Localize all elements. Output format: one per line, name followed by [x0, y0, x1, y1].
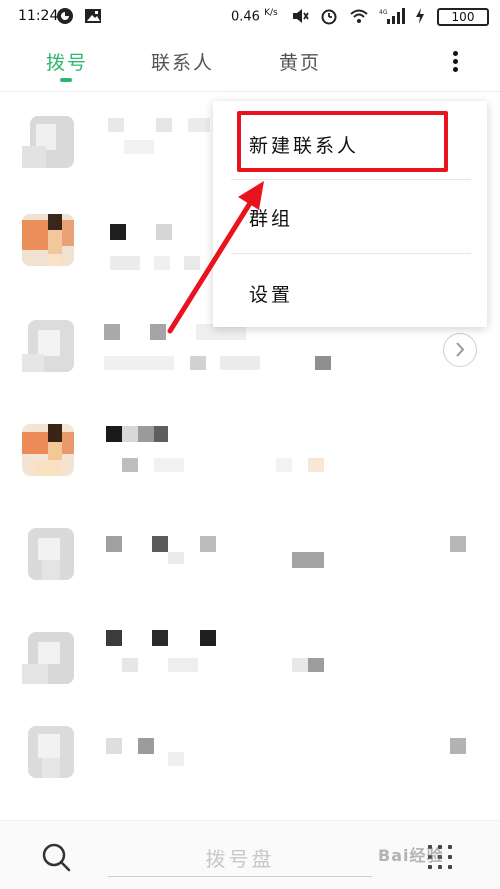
mute-icon [293, 9, 309, 23]
watermark: Bai经验 [378, 846, 444, 865]
list-item[interactable] [0, 404, 500, 508]
app-circle-icon [57, 8, 73, 24]
list-item[interactable] [0, 716, 500, 820]
avatar [22, 116, 74, 168]
list-item[interactable] [0, 508, 500, 612]
active-tab-indicator [60, 78, 72, 82]
detail-arrow-button[interactable] [443, 333, 477, 367]
avatar [22, 320, 74, 372]
signal-icon: 4G [379, 8, 405, 24]
tab-dial[interactable]: 拨号 [46, 48, 88, 75]
menu-item-groups[interactable]: 群组 [213, 180, 487, 255]
list-item[interactable] [0, 612, 500, 716]
dialpad-label: 拨号盘 [205, 847, 275, 871]
avatar [22, 528, 74, 580]
menu-item-settings[interactable]: 设置 [213, 254, 487, 329]
tab-contacts[interactable]: 联系人 [151, 48, 214, 75]
avatar [22, 424, 74, 476]
alarm-icon [321, 9, 337, 25]
avatar [22, 632, 74, 684]
dialpad-button[interactable]: 拨号盘 [108, 837, 372, 877]
chevron-right-icon [456, 342, 465, 357]
network-speed-unit: K/s [264, 8, 278, 18]
signal-type-label: 4G [379, 9, 388, 16]
status-time: 11:24 [18, 8, 59, 24]
battery-icon: 100 [437, 8, 489, 26]
network-speed-value: 0.46 [231, 9, 260, 25]
network-speed: 0.46 K/s [231, 8, 278, 24]
tab-yellow-pages[interactable]: 黄页 [279, 48, 321, 75]
battery-level: 100 [451, 10, 475, 24]
menu-item-label: 群组 [249, 208, 294, 230]
image-notification-icon [85, 9, 101, 23]
menu-item-label: 设置 [249, 284, 294, 306]
search-icon[interactable] [40, 841, 72, 873]
avatar [22, 726, 74, 778]
charging-icon [416, 8, 424, 24]
highlight-box [237, 111, 448, 172]
tab-bar: 拨号 联系人 黄页 [0, 34, 500, 92]
more-options-icon[interactable] [440, 46, 472, 78]
avatar [22, 214, 74, 266]
wifi-icon [350, 9, 368, 23]
status-bar: 11:24 0.46 K/s 4G 100 [0, 0, 500, 34]
